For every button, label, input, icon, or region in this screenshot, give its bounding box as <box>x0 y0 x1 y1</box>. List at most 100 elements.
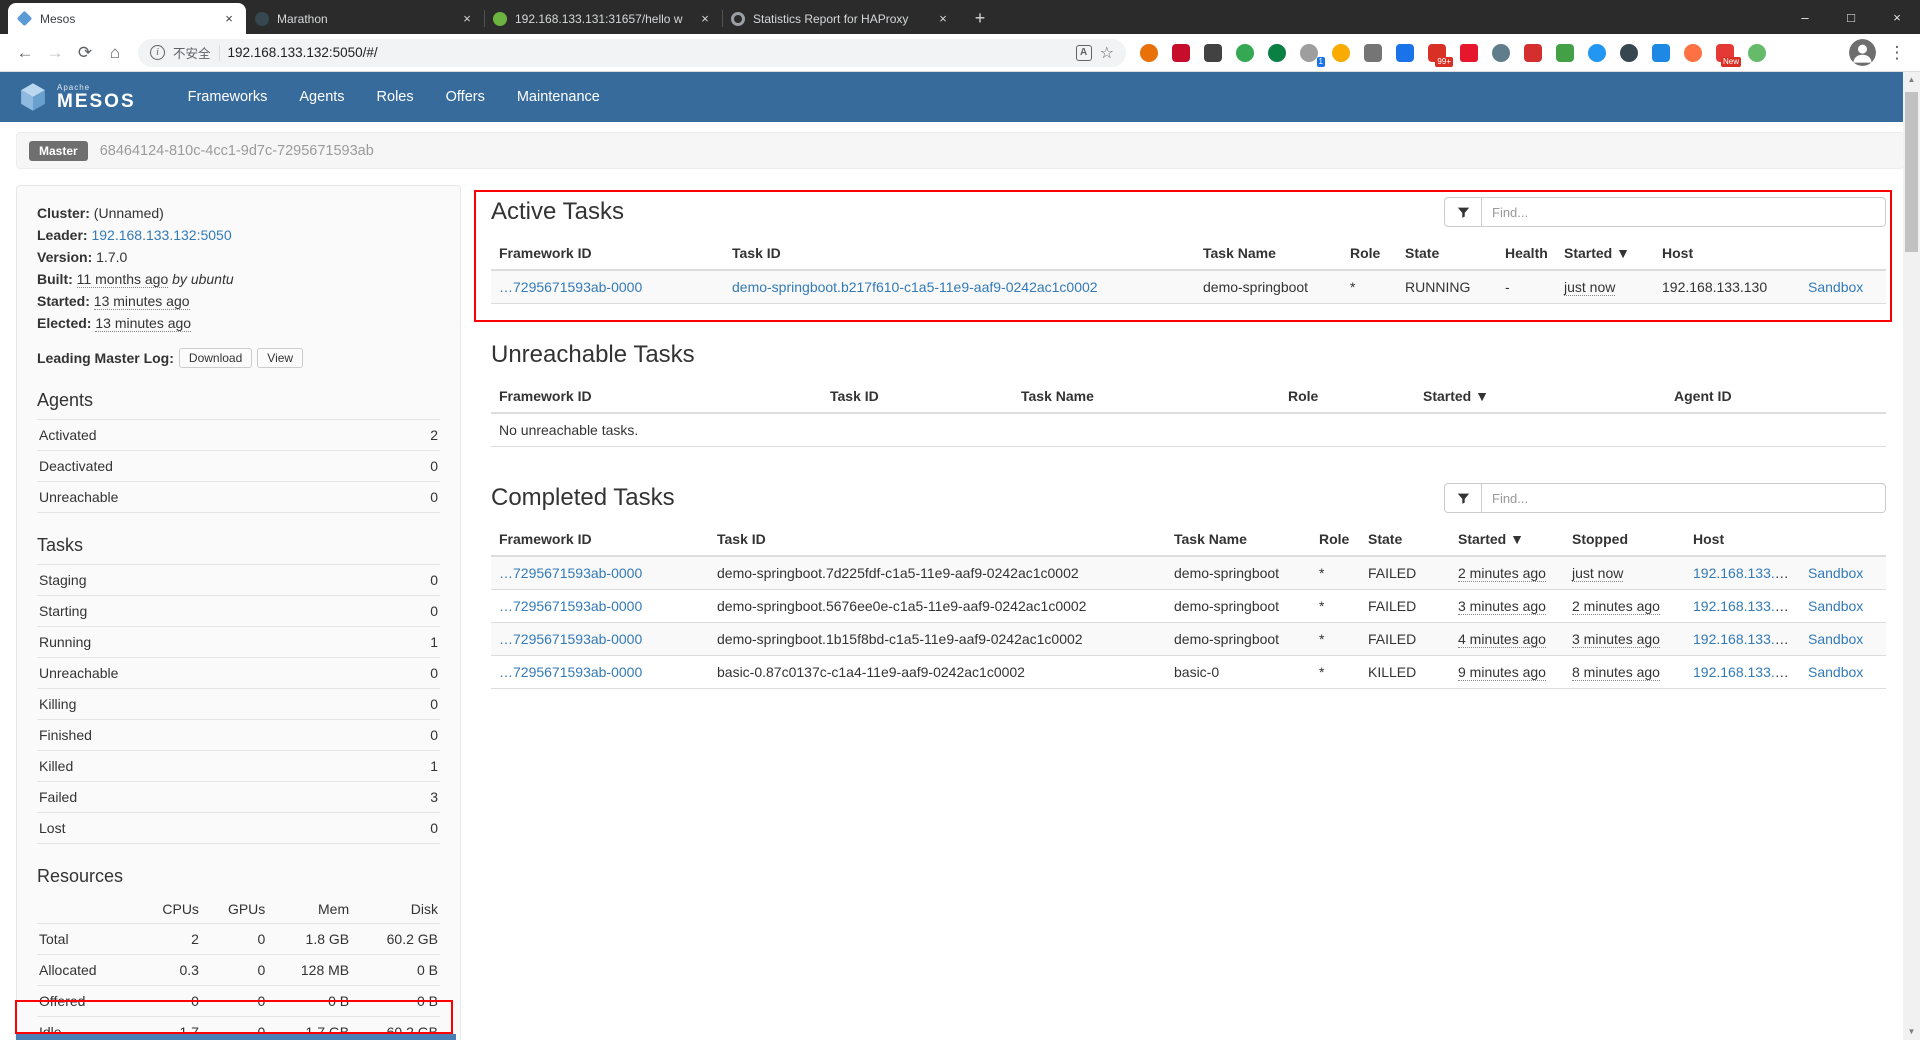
col-framework-id[interactable]: Framework ID <box>491 237 724 270</box>
nav-item-maintenance[interactable]: Maintenance <box>501 72 616 122</box>
col-framework-id[interactable]: Framework ID <box>491 380 822 413</box>
forward-icon[interactable]: → <box>40 38 70 68</box>
refresh-icon[interactable]: ⟳ <box>70 38 100 68</box>
scrollbar-down-icon[interactable]: ▼ <box>1903 1024 1920 1040</box>
extension-icon[interactable] <box>1140 44 1158 62</box>
tab-hello[interactable]: 192.168.133.131:31657/hello w × <box>484 3 722 34</box>
scrollbar-up-icon[interactable]: ▲ <box>1903 72 1920 88</box>
col-state[interactable]: State <box>1397 237 1497 270</box>
extension-icon[interactable]: 1 <box>1300 44 1318 62</box>
extension-icon[interactable]: 99+ <box>1428 44 1446 62</box>
tab-close-icon[interactable]: × <box>697 11 713 27</box>
framework-id-link[interactable]: …7295671593ab-0000 <box>499 631 642 647</box>
tasks-heading: Tasks <box>37 535 440 556</box>
col-started[interactable]: Started ▼ <box>1450 523 1564 556</box>
col-task-name[interactable]: Task Name <box>1195 237 1342 270</box>
close-icon[interactable]: × <box>1874 0 1920 34</box>
extension-icon[interactable] <box>1620 44 1638 62</box>
completed-find-input[interactable] <box>1482 483 1886 513</box>
extension-icon[interactable] <box>1396 44 1414 62</box>
col-stopped[interactable]: Stopped <box>1564 523 1685 556</box>
col-task-id[interactable]: Task ID <box>822 380 1013 413</box>
extension-icon[interactable] <box>1748 44 1766 62</box>
extension-icon[interactable] <box>1588 44 1606 62</box>
scrollbar-thumb[interactable] <box>1905 92 1918 252</box>
extension-icon[interactable] <box>1268 44 1286 62</box>
extension-icon[interactable] <box>1684 44 1702 62</box>
col-task-name[interactable]: Task Name <box>1013 380 1280 413</box>
tab-haproxy[interactable]: Statistics Report for HAProxy × <box>722 3 960 34</box>
sandbox-link[interactable]: Sandbox <box>1808 565 1863 581</box>
framework-id-link[interactable]: …7295671593ab-0000 <box>499 664 642 680</box>
host-link[interactable]: 192.168.133.130 <box>1693 664 1798 680</box>
extension-icon[interactable] <box>1556 44 1574 62</box>
task-id-link[interactable]: demo-springboot.b217f610-c1a5-11e9-aaf9-… <box>732 279 1098 295</box>
leader-link[interactable]: 192.168.133.132:5050 <box>91 227 231 243</box>
col-host[interactable]: Host <box>1685 523 1800 556</box>
address-bar[interactable]: i 不安全 192.168.133.132:5050/#/ A ☆ <box>138 39 1126 67</box>
translate-icon[interactable]: A <box>1076 45 1092 61</box>
scrollbar[interactable]: ▲ ▼ <box>1903 72 1920 1040</box>
mesos-brand[interactable]: Apache MESOS <box>18 82 136 112</box>
col-started[interactable]: Started ▼ <box>1556 237 1654 270</box>
framework-id-link[interactable]: …7295671593ab-0000 <box>499 279 642 295</box>
back-icon[interactable]: ← <box>10 38 40 68</box>
nav-item-roles[interactable]: Roles <box>361 72 430 122</box>
view-log-button[interactable]: View <box>257 348 303 368</box>
extension-icon[interactable] <box>1492 44 1510 62</box>
profile-avatar[interactable] <box>1849 39 1876 66</box>
col-state[interactable]: State <box>1360 523 1450 556</box>
col-role[interactable]: Role <box>1311 523 1360 556</box>
download-log-button[interactable]: Download <box>179 348 252 368</box>
extension-icon[interactable] <box>1364 44 1382 62</box>
minimize-icon[interactable]: – <box>1782 0 1828 34</box>
extension-icon[interactable] <box>1652 44 1670 62</box>
extension-icon[interactable] <box>1172 44 1190 62</box>
host-link[interactable]: 192.168.133.130 <box>1693 631 1798 647</box>
sandbox-link[interactable]: Sandbox <box>1808 598 1863 614</box>
bookmark-star-icon[interactable]: ☆ <box>1100 43 1114 63</box>
nav-item-offers[interactable]: Offers <box>430 72 501 122</box>
col-role[interactable]: Role <box>1280 380 1415 413</box>
col-started[interactable]: Started ▼ <box>1415 380 1666 413</box>
sandbox-link[interactable]: Sandbox <box>1808 279 1863 295</box>
framework-id-link[interactable]: …7295671593ab-0000 <box>499 565 642 581</box>
nav-item-agents[interactable]: Agents <box>283 72 360 122</box>
extension-icon[interactable]: New <box>1716 44 1734 62</box>
tab-close-icon[interactable]: × <box>459 11 475 27</box>
col-task-name[interactable]: Task Name <box>1166 523 1311 556</box>
tab-mesos[interactable]: Mesos × <box>8 3 246 34</box>
info-icon[interactable]: i <box>150 45 165 60</box>
nav-item-frameworks[interactable]: Frameworks <box>172 72 284 122</box>
filter-button[interactable] <box>1444 197 1482 227</box>
extension-icon[interactable] <box>1204 44 1222 62</box>
host-link[interactable]: 192.168.133.131 <box>1693 565 1798 581</box>
extension-icon[interactable] <box>1332 44 1350 62</box>
col-role[interactable]: Role <box>1342 237 1397 270</box>
task-state: RUNNING <box>1397 270 1497 304</box>
maximize-icon[interactable]: □ <box>1828 0 1874 34</box>
sandbox-link[interactable]: Sandbox <box>1808 631 1863 647</box>
extension-icon[interactable] <box>1236 44 1254 62</box>
filter-button[interactable] <box>1444 483 1482 513</box>
extension-icon[interactable] <box>1460 44 1478 62</box>
funnel-icon <box>1457 492 1470 505</box>
browser-menu-icon[interactable]: ⋮ <box>1884 43 1910 63</box>
col-framework-id[interactable]: Framework ID <box>491 523 709 556</box>
window-controls: – □ × <box>1782 0 1920 34</box>
tab-marathon[interactable]: Marathon × <box>246 3 484 34</box>
tab-close-icon[interactable]: × <box>221 11 237 27</box>
col-agent-id[interactable]: Agent ID <box>1666 380 1886 413</box>
active-find-input[interactable] <box>1482 197 1886 227</box>
new-tab-button[interactable]: + <box>966 4 994 32</box>
col-host[interactable]: Host <box>1654 237 1800 270</box>
tab-close-icon[interactable]: × <box>935 11 951 27</box>
sandbox-link[interactable]: Sandbox <box>1808 664 1863 680</box>
host-link[interactable]: 192.168.133.130 <box>1693 598 1798 614</box>
home-icon[interactable]: ⌂ <box>100 38 130 68</box>
col-health[interactable]: Health <box>1497 237 1556 270</box>
col-task-id[interactable]: Task ID <box>724 237 1195 270</box>
framework-id-link[interactable]: …7295671593ab-0000 <box>499 598 642 614</box>
col-task-id[interactable]: Task ID <box>709 523 1166 556</box>
extension-icon[interactable] <box>1524 44 1542 62</box>
